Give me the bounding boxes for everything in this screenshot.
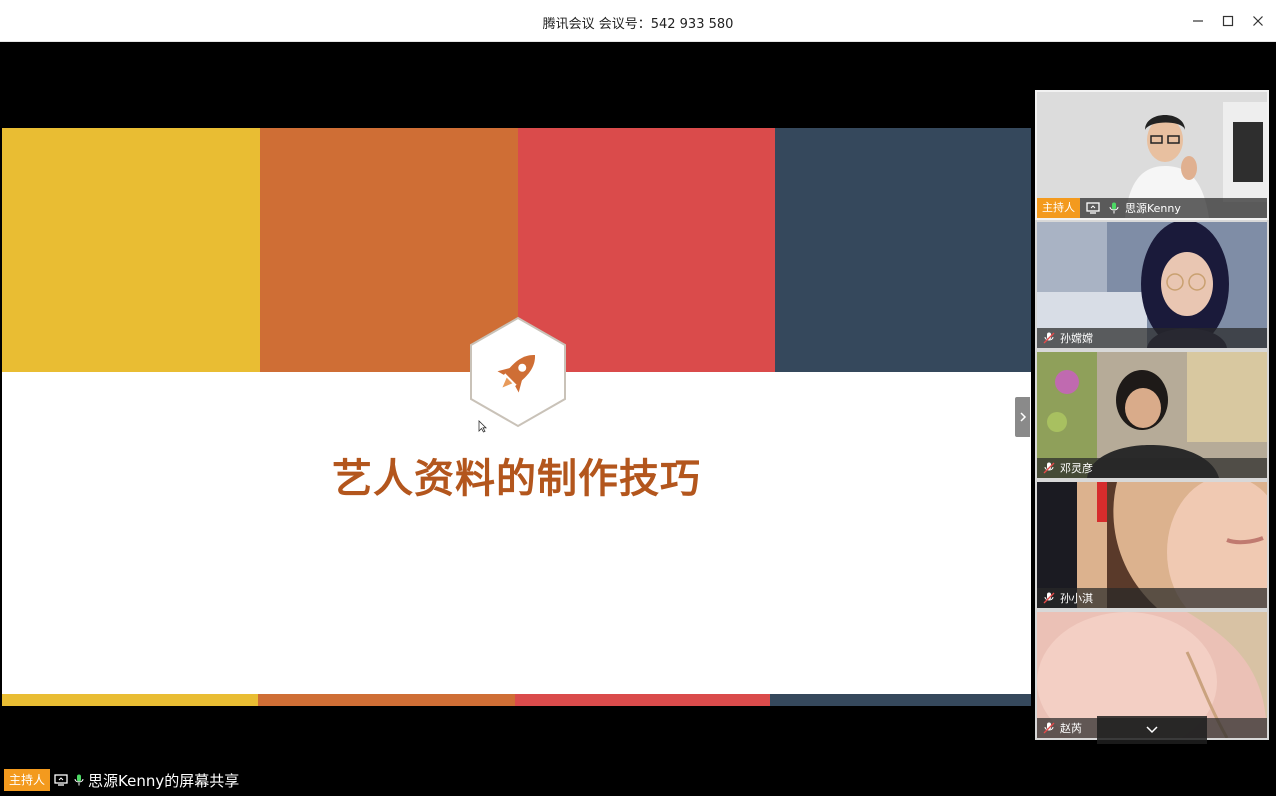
participant-name: 思源Kenny <box>1125 202 1181 215</box>
participant-name: 孙小淇 <box>1060 592 1093 605</box>
participant-tile-host[interactable]: 主持人 思源Kenny <box>1035 90 1269 220</box>
host-badge: 主持人 <box>1037 198 1080 218</box>
color-band-navy <box>775 128 1031 372</box>
screen-share-icon <box>54 774 68 786</box>
microphone-off-icon <box>1043 592 1055 604</box>
mouse-cursor-icon <box>478 420 487 433</box>
minimize-icon <box>1193 20 1203 22</box>
share-status-bar: 主持人 思源Kenny的屏幕共享 <box>4 768 239 792</box>
rocket-hexagon <box>468 316 568 428</box>
presentation-slide: 艺人资料的制作技巧 <box>2 128 1031 706</box>
toggle-panel-button[interactable] <box>1015 397 1030 437</box>
host-badge: 主持人 <box>4 769 51 791</box>
color-band-yellow <box>2 128 260 372</box>
participant-panel: 主持人 思源Kenny 孙嫦嫦 邓灵彦 孙小淇 赵芮 <box>1035 90 1269 746</box>
participant-tile[interactable]: 孙小淇 <box>1035 480 1269 610</box>
participant-name: 孙嫦嫦 <box>1060 332 1093 345</box>
screen-share-icon <box>1086 202 1100 214</box>
stripe-navy <box>770 694 1031 706</box>
share-status-text: 思源Kenny的屏幕共享 <box>88 771 240 790</box>
window-title: 腾讯会议 会议号：542 933 580 <box>542 17 734 32</box>
screen-share-area: 艺人资料的制作技巧 <box>2 42 1034 764</box>
microphone-off-icon <box>1043 722 1055 734</box>
participant-label: 孙小淇 <box>1037 588 1267 608</box>
chevron-down-icon <box>1146 726 1158 734</box>
title-bar: 腾讯会议 会议号：542 933 580 <box>0 0 1276 42</box>
collapse-list-button[interactable] <box>1097 716 1207 744</box>
maximize-button[interactable] <box>1217 10 1239 32</box>
participant-name: 赵芮 <box>1060 722 1082 735</box>
maximize-icon <box>1222 15 1234 27</box>
microphone-off-icon <box>1043 462 1055 474</box>
close-button[interactable] <box>1247 10 1269 32</box>
participant-label: 邓灵彦 <box>1037 458 1267 478</box>
close-icon <box>1253 16 1263 26</box>
chevron-right-icon <box>1019 412 1026 422</box>
participant-label: 孙嫦嫦 <box>1037 328 1267 348</box>
participant-label: 主持人 思源Kenny <box>1037 198 1267 218</box>
stripe-red <box>515 694 770 706</box>
stripe-orange <box>258 694 515 706</box>
rocket-icon <box>470 316 566 428</box>
stripe-yellow <box>2 694 258 706</box>
participant-tile[interactable]: 邓灵彦 <box>1035 350 1269 480</box>
minimize-button[interactable] <box>1187 10 1209 32</box>
microphone-icon <box>74 774 84 786</box>
microphone-icon <box>1109 202 1119 214</box>
slide-title: 艺人资料的制作技巧 <box>332 456 701 502</box>
microphone-off-icon <box>1043 332 1055 344</box>
participant-name: 邓灵彦 <box>1060 462 1093 475</box>
participant-tile[interactable]: 孙嫦嫦 <box>1035 220 1269 350</box>
